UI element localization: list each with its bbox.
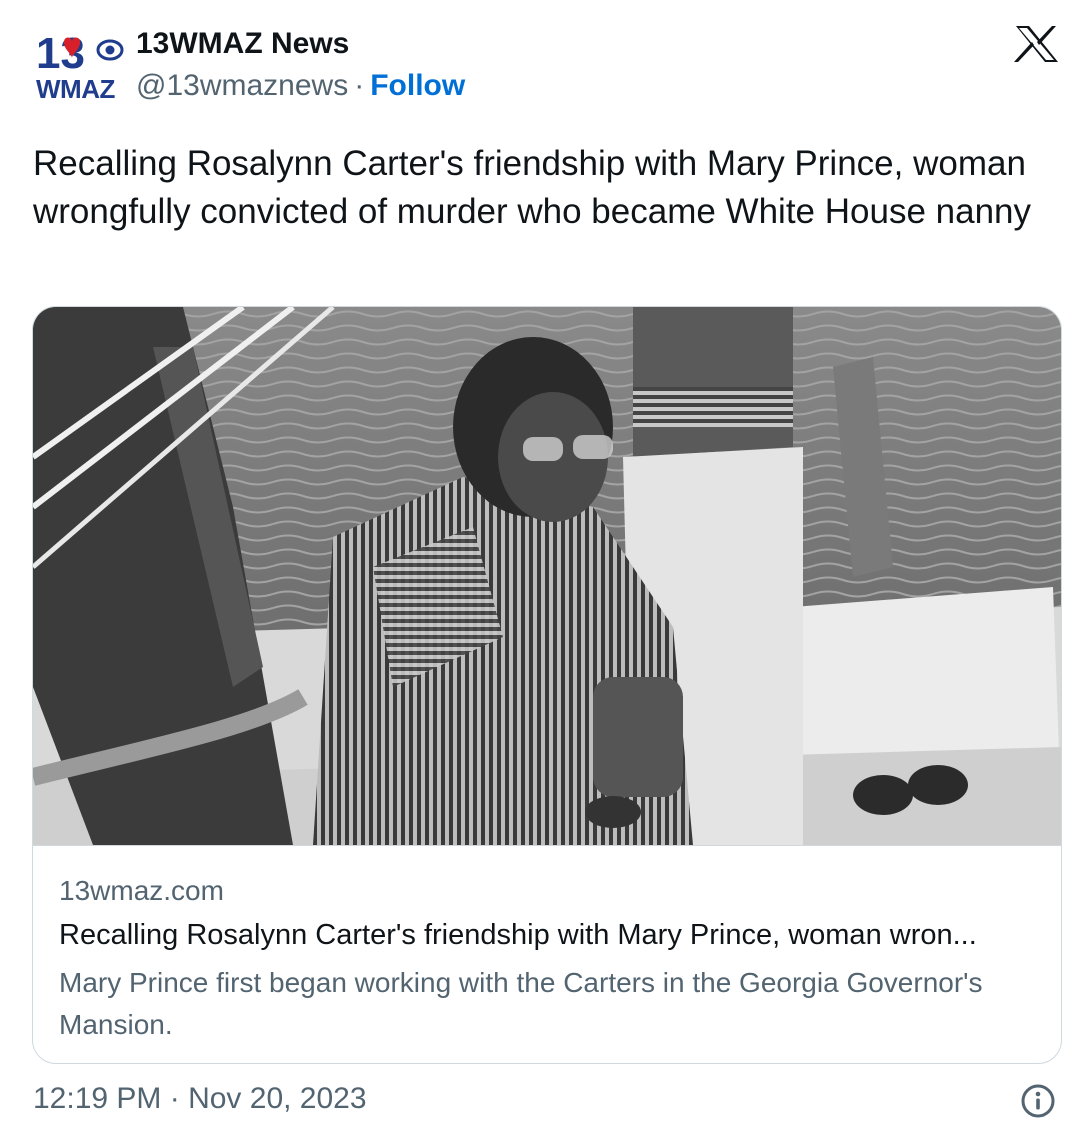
author-name[interactable]: 13WMAZ News xyxy=(136,27,349,61)
logo-wordmark: WMAZ xyxy=(36,74,115,104)
tweet-text: Recalling Rosalynn Carter's friendship w… xyxy=(33,144,1031,231)
handle-row: @13wmaznews · Follow xyxy=(136,69,465,103)
card-description: Mary Prince first began working with the… xyxy=(59,967,983,1040)
author-handle[interactable]: @13wmaznews xyxy=(136,69,348,102)
link-preview-card[interactable]: 13wmaz.com Recalling Rosalynn Carter's f… xyxy=(32,306,1062,1064)
photo-woman-on-boat[interactable] xyxy=(33,307,1061,845)
tweet-timestamp[interactable]: 12:19 PM · Nov 20, 2023 xyxy=(33,1082,367,1116)
x-logo-icon[interactable] xyxy=(1012,24,1062,64)
logo-number: 13 xyxy=(36,29,85,78)
card-title[interactable]: Recalling Rosalynn Carter's friendship w… xyxy=(59,919,1039,952)
follow-button[interactable]: Follow xyxy=(370,69,465,102)
eye-icon xyxy=(96,39,124,61)
tweet-card: 13 WMAZ 13WMAZ News @13wmaznews · Follow R… xyxy=(0,0,1087,1137)
card-divider xyxy=(33,845,1061,846)
separator-dot: · xyxy=(354,69,365,102)
station-logo[interactable]: 13 WMAZ xyxy=(34,28,126,104)
info-icon[interactable] xyxy=(1020,1083,1056,1119)
card-domain: 13wmaz.com xyxy=(59,875,224,906)
